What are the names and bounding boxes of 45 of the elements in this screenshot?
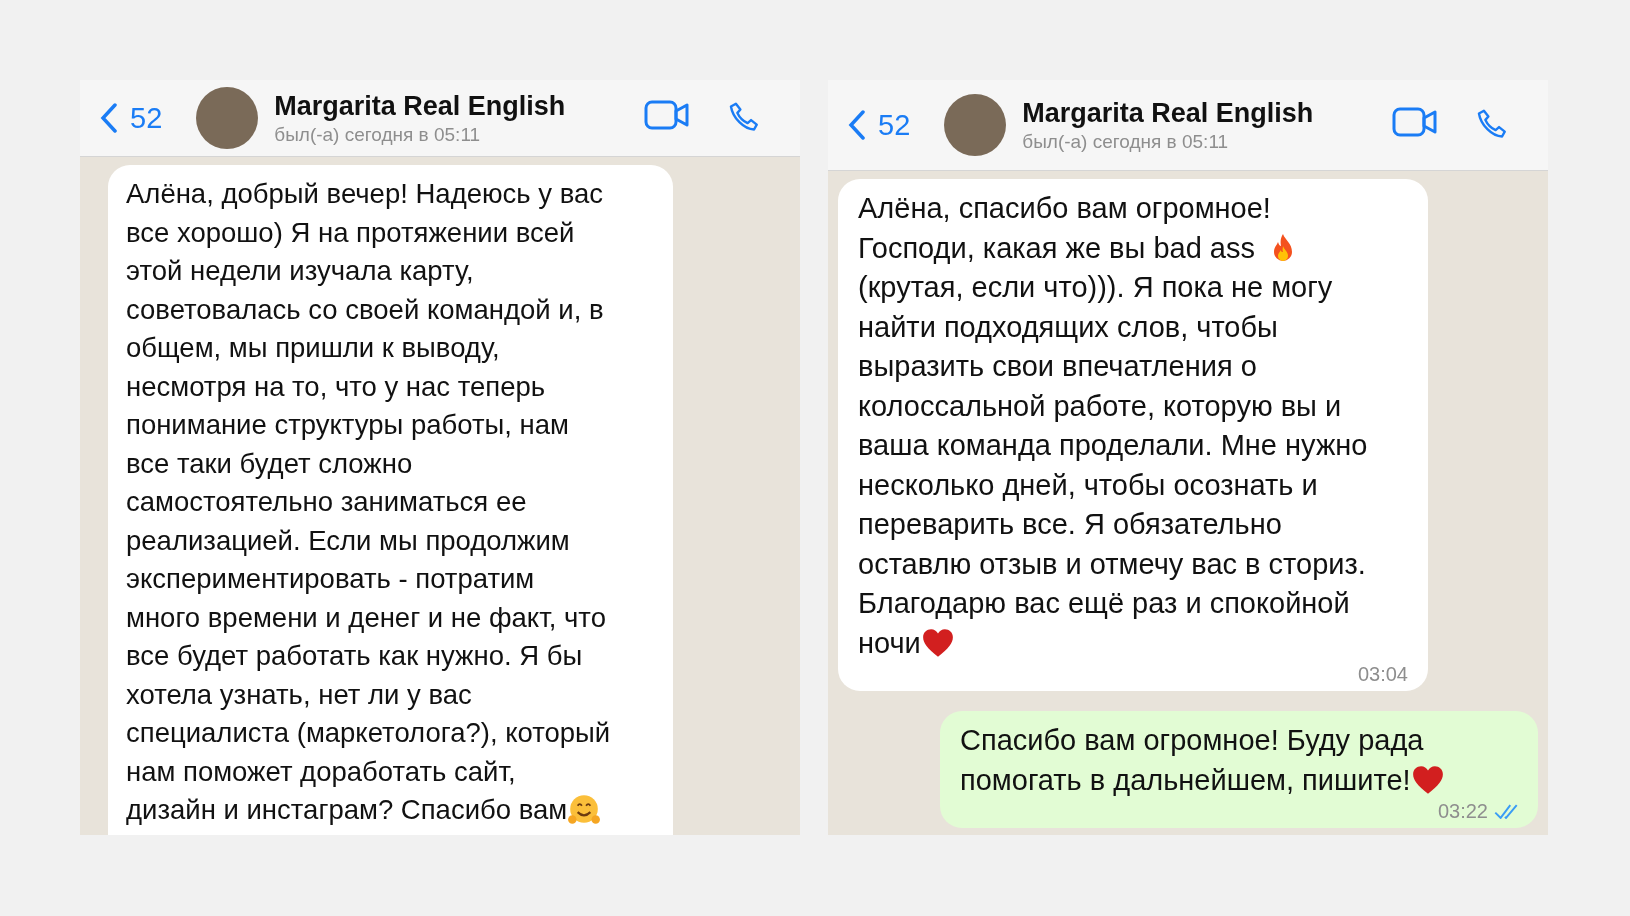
message-text: все хорошо) Я на протяжении всей	[126, 215, 575, 250]
message-text: хотела узнать, нет ли у вас	[126, 677, 472, 712]
message-text: Благодарю вас ещё раз и спокойной	[858, 586, 1350, 621]
message-text: помогать в дальнейшем, пишите!	[960, 762, 1411, 798]
video-call-icon[interactable]	[644, 100, 690, 130]
message-text: ваша команда проделали. Мне нужно	[858, 428, 1368, 463]
message-text: Алёна, добрый вечер! Надеюсь у вас	[126, 177, 604, 211]
video-call-icon[interactable]	[1392, 107, 1438, 137]
message-text: этой недели изучала карту,	[126, 254, 474, 288]
message-text: нам поможет доработать сайт,	[126, 754, 516, 789]
last-seen-status: был(-а) сегодня в 05:11	[274, 123, 482, 146]
message-text: экспериментировать - потратим	[126, 562, 535, 596]
message-text: общем, мы пришли к выводу,	[126, 331, 500, 365]
back-button[interactable]: 52	[100, 101, 163, 135]
message-text: дизайн и инстаграм? Спасибо вам	[126, 793, 568, 827]
message-text: выразить свои впечатления о	[858, 349, 1257, 384]
message-text: переварить все. Я обязательно	[858, 507, 1282, 542]
unread-count[interactable]: 52	[878, 108, 911, 142]
contact-name[interactable]: Margarita Real English	[1022, 97, 1380, 129]
message-text: найти подходящих слов, чтобы	[858, 309, 1278, 345]
message-text: колоссальной работе, которую вы и	[858, 388, 1342, 424]
message-text: советовалась со своей командой и, в	[126, 292, 604, 327]
message-text: специалиста (маркетолога?), который	[126, 716, 611, 750]
message-text: понимание структуры работы, нам	[126, 408, 569, 442]
message-text: Алёна, спасибо вам огромное!	[858, 191, 1271, 226]
message-text: Спасибо вам огромное! Буду рада	[960, 723, 1424, 758]
message-text: реализацией. Если мы продолжим	[126, 523, 570, 558]
message-text: (крутая, если что))). Я пока не могу	[858, 270, 1333, 305]
contact-name[interactable]: Margarita Real English	[274, 90, 632, 122]
message-text: много времени и денег и не факт, что	[126, 600, 606, 635]
message-text: все будет работать как нужно. Я бы	[126, 639, 583, 673]
chevron-left-icon	[100, 103, 118, 133]
message-text: оставлю отзыв и отмечу вас в сториз.	[858, 546, 1366, 582]
last-seen-status: был(-а) сегодня в 05:11	[1022, 130, 1230, 153]
back-button[interactable]: 52	[848, 108, 911, 142]
message-text: самостоятельно заниматься ее	[126, 485, 527, 519]
message-text: несколько дней, чтобы осознать и	[858, 467, 1318, 503]
message-time: 03:04	[1357, 663, 1408, 685]
message-time: 03:22	[1437, 800, 1488, 822]
message-text: Господи, какая же вы bad ass	[858, 230, 1255, 266]
message-text: все таки будет сложно	[126, 446, 413, 481]
message-text: ночи	[858, 625, 921, 661]
unread-count[interactable]: 52	[130, 101, 163, 135]
chevron-left-icon	[848, 110, 866, 140]
message-text: несмотря на то, что у нас теперь	[126, 369, 546, 404]
